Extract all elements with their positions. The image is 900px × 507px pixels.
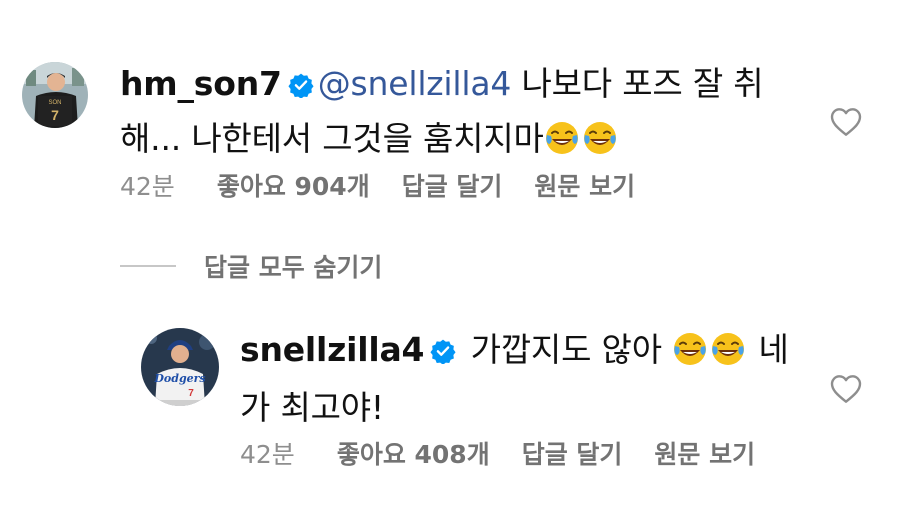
tears-of-joy-emoji-icon [672, 330, 708, 382]
profile-photo-icon: Dodgers 7 [141, 328, 219, 406]
comment-line-2: 가 최고야! [240, 382, 820, 434]
username[interactable]: snellzilla4 [240, 330, 425, 369]
svg-text:SON: SON [48, 100, 61, 106]
hide-replies-label: 답글 모두 숨기기 [204, 253, 383, 282]
svg-text:7: 7 [51, 107, 59, 123]
comment-text: 가깝지도 않아 [460, 330, 673, 369]
username[interactable]: hm_son7 [120, 64, 282, 103]
avatar[interactable]: SON 7 [22, 62, 88, 128]
reply-button[interactable]: 답글 달기 [522, 435, 623, 471]
comment-line-2: 해... 나한테서 그것을 훔치지마 [120, 113, 820, 171]
comment-text: 해... 나한테서 그것을 훔치지마 [120, 119, 544, 158]
verified-badge-icon [430, 327, 456, 379]
comment-time: 42분 [120, 172, 175, 201]
like-heart-icon[interactable] [830, 374, 862, 408]
divider-line [120, 265, 176, 267]
comment-text: 나보다 포즈 잘 취 [511, 64, 764, 103]
comment-line-1: snellzilla4 가깝지도 않아 네 [240, 324, 820, 382]
hide-all-replies-button[interactable]: 답글 모두 숨기기 [120, 248, 382, 284]
likes-count[interactable]: 좋아요 904개 [217, 167, 370, 203]
tears-of-joy-emoji-icon [544, 119, 580, 171]
comment-meta: 42분 좋아요 408개 답글 달기 원문 보기 [240, 435, 755, 471]
profile-photo-icon: SON 7 [22, 62, 88, 128]
comment-text: 네 [748, 330, 789, 369]
like-heart-icon[interactable] [830, 107, 862, 141]
see-original-button[interactable]: 원문 보기 [534, 167, 635, 203]
tears-of-joy-emoji-icon [582, 119, 618, 171]
see-original-button[interactable]: 원문 보기 [654, 435, 755, 471]
comment-body: hm_son7 @snellzilla4 나보다 포즈 잘 취 해... 나한테서… [120, 58, 820, 171]
avatar[interactable]: Dodgers 7 [141, 328, 219, 406]
comment-line-1: hm_son7 @snellzilla4 나보다 포즈 잘 취 [120, 58, 820, 113]
reply-button[interactable]: 답글 달기 [402, 167, 503, 203]
comment-time: 42분 [240, 440, 295, 469]
comment-body: snellzilla4 가깝지도 않아 네 가 최고야! [240, 324, 820, 434]
comment-text: 가 최고야! [240, 388, 384, 427]
svg-text:Dodgers: Dodgers [153, 372, 205, 385]
verified-badge-icon [288, 61, 314, 113]
comment-meta: 42분 좋아요 904개 답글 달기 원문 보기 [120, 167, 635, 203]
svg-text:7: 7 [188, 388, 194, 399]
mention-link[interactable]: @snellzilla4 [318, 64, 512, 103]
tears-of-joy-emoji-icon [710, 330, 746, 382]
likes-count[interactable]: 좋아요 408개 [337, 435, 490, 471]
